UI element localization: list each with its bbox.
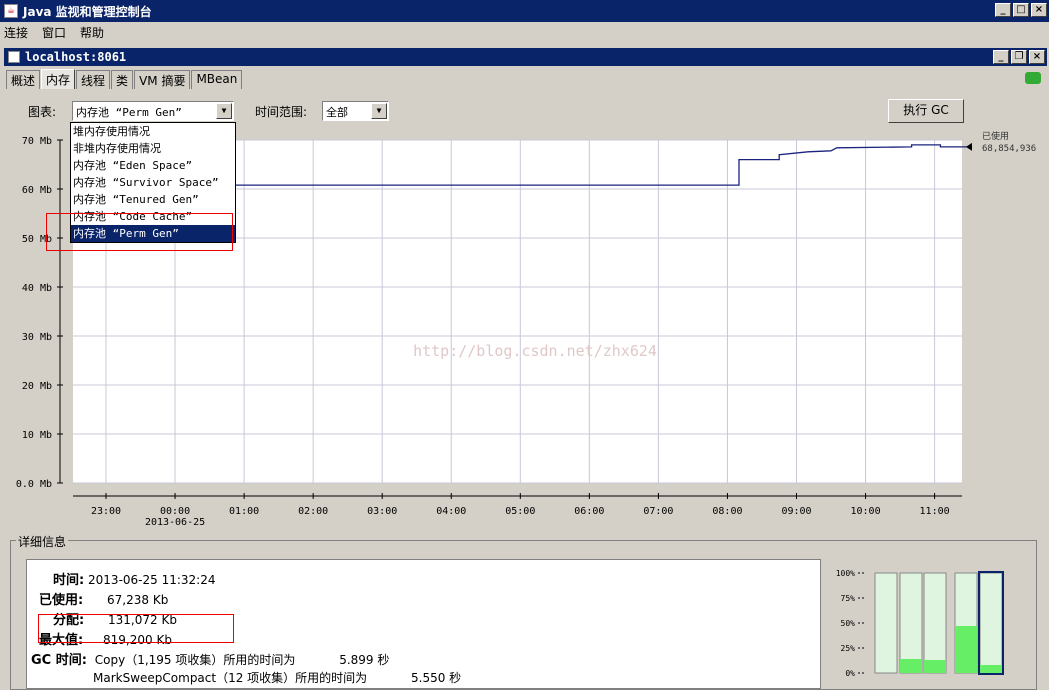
- java-icon: [8, 51, 20, 63]
- gc-time-label: GC 时间:: [31, 653, 87, 668]
- x-tick-label: 11:00: [920, 506, 950, 517]
- current-value-marker: [966, 142, 972, 151]
- tab-mbean[interactable]: MBean: [191, 70, 243, 89]
- x-tick-label: 10:00: [850, 506, 880, 517]
- connection-status-icon: [1025, 72, 1041, 84]
- connection-title-bar: localhost:8061: [4, 48, 1047, 66]
- tab-bar: 概述 内存 线程 类 VM 摘要 MBean: [6, 69, 243, 90]
- close-button[interactable]: ×: [1031, 3, 1047, 17]
- perform-gc-button[interactable]: 执行 GC: [888, 99, 964, 123]
- gc-row-text: Copy（1,195 项收集）所用的时间为: [94, 653, 296, 667]
- connection-window-controls: _ ❐ ×: [993, 50, 1045, 64]
- menu-help[interactable]: 帮助: [80, 24, 104, 41]
- minimize-button[interactable]: _: [995, 3, 1011, 17]
- bar-y-tick-label: 75%: [841, 594, 856, 603]
- menu-bar: 连接 窗口 帮助: [0, 22, 1049, 42]
- menu-connect[interactable]: 连接: [4, 24, 28, 41]
- tab-classes[interactable]: 类: [111, 70, 134, 89]
- y-tick-label: 70 Mb: [22, 136, 52, 147]
- time-value: 2013-06-25 11:32:24: [88, 573, 216, 587]
- dropdown-option[interactable]: 非堆内存使用情况: [71, 140, 235, 157]
- highlight-box: [46, 213, 233, 251]
- tab-threads[interactable]: 线程: [76, 70, 111, 89]
- x-tick-label: 06:00: [574, 506, 604, 517]
- app-title: Java 监视和管理控制台: [23, 4, 152, 19]
- maximize-button[interactable]: □: [1013, 3, 1029, 17]
- time-range-select[interactable]: 全部 ▼: [322, 101, 389, 121]
- y-tick-label: 40 Mb: [22, 283, 52, 294]
- x-tick-label: 04:00: [436, 506, 466, 517]
- x-tick-label: 23:00: [91, 506, 121, 517]
- inner-close-button[interactable]: ×: [1029, 50, 1045, 64]
- details-title: 详细信息: [16, 533, 69, 550]
- x-tick-label: 08:00: [712, 506, 742, 517]
- dropdown-option[interactable]: 堆内存使用情况: [71, 123, 235, 140]
- dropdown-option[interactable]: 内存池 “Tenured Gen”: [71, 191, 235, 208]
- bar-y-tick-label: 100%: [836, 569, 855, 578]
- chart-select-value: 内存池 “Perm Gen”: [76, 106, 182, 119]
- tab-vm-summary[interactable]: VM 摘要: [134, 70, 191, 89]
- pool-bar-bg: [979, 572, 1003, 674]
- y-tick-label: 10 Mb: [22, 430, 52, 441]
- inner-restore-button[interactable]: ❐: [1011, 50, 1027, 64]
- chart-select[interactable]: 内存池 “Perm Gen” ▼: [72, 101, 234, 121]
- used-value: 67,238 Kb: [107, 593, 169, 607]
- time-range-value: 全部: [326, 106, 348, 119]
- memory-pool-bar-chart: 100% 75% 50% 25% 0%: [836, 569, 1004, 678]
- pool-bar-bg: [899, 572, 923, 674]
- x-tick-label: 09:00: [781, 506, 811, 517]
- tab-memory[interactable]: 内存: [41, 69, 76, 89]
- x-tick-label: 07:00: [643, 506, 673, 517]
- pool-bar-fill: [955, 626, 977, 673]
- chart-label: 图表:: [28, 105, 57, 119]
- bar-y-tick-label: 25%: [841, 644, 856, 653]
- java-icon: ☕: [4, 4, 18, 18]
- x-tick-label: 03:00: [367, 506, 397, 517]
- y-tick-label: 20 Mb: [22, 381, 52, 392]
- pool-bar-fill: [980, 665, 1002, 673]
- inner-minimize-button[interactable]: _: [993, 50, 1009, 64]
- menu-window[interactable]: 窗口: [42, 24, 66, 41]
- x-tick-label: 01:00: [229, 506, 259, 517]
- dropdown-option[interactable]: 内存池 “Survivor Space”: [71, 174, 235, 191]
- chevron-down-icon[interactable]: ▼: [371, 103, 387, 119]
- gc-row-value: 5.899 秒: [339, 653, 390, 667]
- y-tick-label: 60 Mb: [22, 185, 52, 196]
- window-controls: _ □ ×: [995, 3, 1047, 17]
- x-tick-label: 02:00: [298, 506, 328, 517]
- bar-y-tick-label: 50%: [841, 619, 856, 628]
- time-range-label: 时间范围:: [255, 105, 308, 119]
- tab-overview[interactable]: 概述: [6, 70, 41, 89]
- bar-y-tick-label: 0%: [845, 669, 855, 678]
- pool-bar-fill: [900, 659, 922, 673]
- y-tick-label: 30 Mb: [22, 332, 52, 343]
- watermark-text: http://blog.csdn.net/zhx624: [413, 342, 657, 360]
- highlight-box: [38, 614, 234, 643]
- x-tick-label: 05:00: [505, 506, 535, 517]
- pool-bar-bg: [923, 572, 947, 674]
- legend-value: 68,854,936: [982, 144, 1036, 154]
- pool-bar-bg: [874, 572, 898, 674]
- app-title-bar: ☕ Java 监视和管理控制台: [0, 0, 1049, 22]
- used-label: 已使用:: [39, 593, 84, 608]
- chevron-down-icon[interactable]: ▼: [216, 103, 232, 119]
- time-label: 时间:: [53, 573, 85, 588]
- dropdown-option[interactable]: 内存池 “Eden Space”: [71, 157, 235, 174]
- y-tick-label: 0.0 Mb: [16, 479, 52, 490]
- x-tick-label: 00:00: [160, 506, 190, 517]
- pool-bar-fill: [924, 660, 946, 673]
- legend-label: 已使用: [982, 130, 1009, 142]
- connection-title: localhost:8061: [25, 50, 127, 64]
- x-date-label: 2013-06-25: [145, 517, 205, 528]
